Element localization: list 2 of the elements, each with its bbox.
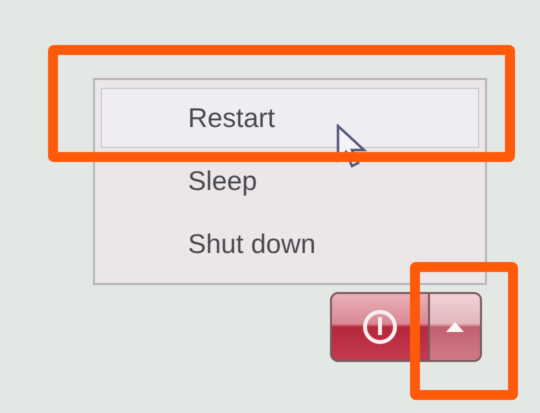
menu-item[interactable]: Restart [101, 88, 479, 148]
menu-item[interactable]: Shut down [101, 214, 479, 274]
